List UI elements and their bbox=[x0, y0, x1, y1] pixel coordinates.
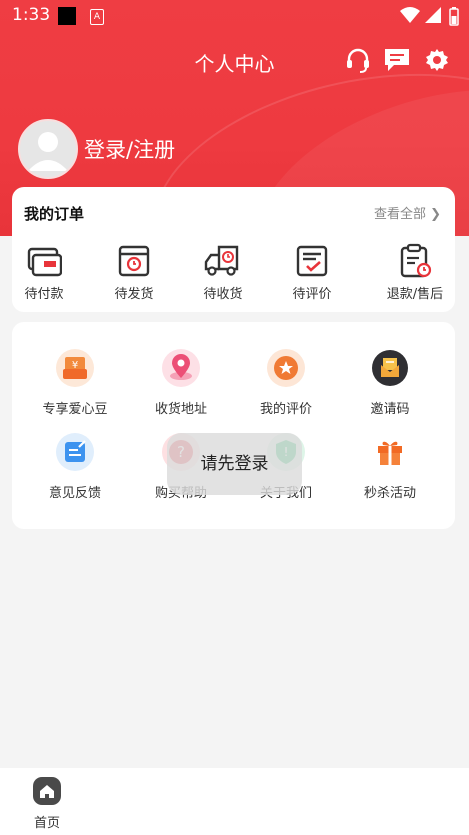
login-toast: 请先登录 bbox=[167, 433, 302, 495]
gear-icon[interactable] bbox=[425, 48, 449, 72]
order-pending-receipt[interactable]: 待收货 bbox=[188, 243, 258, 302]
order-refund-aftersale[interactable]: 退款/售后 bbox=[375, 243, 455, 302]
feedback-icon bbox=[55, 432, 95, 472]
orders-card: 我的订单 查看全部 ❯ 待付款 待发货 待收货 待评价 退款/售后 bbox=[12, 187, 455, 312]
service-address[interactable]: 收货地址 bbox=[126, 348, 236, 417]
review-icon bbox=[296, 245, 328, 277]
location-icon bbox=[161, 348, 201, 388]
service-flash-sale[interactable]: 秒杀活动 bbox=[335, 432, 445, 501]
battery-icon bbox=[449, 7, 459, 26]
notification-icon bbox=[58, 7, 76, 25]
login-register-link[interactable]: 登录/注册 bbox=[84, 134, 175, 164]
home-icon bbox=[33, 777, 61, 805]
service-invite-code[interactable]: 邀请码 bbox=[335, 348, 445, 417]
message-icon[interactable] bbox=[383, 46, 411, 74]
headset-icon[interactable] bbox=[344, 46, 372, 74]
signal-icon bbox=[425, 7, 441, 23]
tab-home[interactable]: 首页 bbox=[20, 776, 74, 831]
svg-text:¥: ¥ bbox=[72, 360, 78, 371]
chevron-right-icon: ❯ bbox=[430, 207, 441, 222]
view-all-orders-link[interactable]: 查看全部 ❯ bbox=[374, 203, 441, 222]
service-my-reviews[interactable]: 我的评价 bbox=[231, 348, 341, 417]
order-pending-payment[interactable]: 待付款 bbox=[9, 243, 79, 302]
default-avatar-icon bbox=[28, 132, 68, 171]
service-feedback[interactable]: 意见反馈 bbox=[20, 432, 130, 501]
refund-icon bbox=[400, 243, 432, 278]
wifi-icon bbox=[400, 7, 420, 23]
star-icon bbox=[266, 348, 306, 388]
orders-title: 我的订单 bbox=[24, 205, 85, 223]
coupon-icon: ¥ bbox=[55, 348, 95, 388]
services-card: ¥ 专享爱心豆 收货地址 我的评价 邀请码 意见反馈 ? 购买帮助 ! bbox=[12, 322, 455, 529]
a-icon: A bbox=[90, 9, 104, 25]
status-bar: 1:33 A bbox=[0, 0, 469, 32]
truck-icon bbox=[204, 245, 239, 276]
avatar[interactable] bbox=[18, 119, 78, 179]
status-time: 1:33 bbox=[12, 5, 51, 25]
bottom-tab-bar: 首页 bbox=[0, 768, 469, 835]
order-pending-review[interactable]: 待评价 bbox=[277, 243, 347, 302]
wallet-icon bbox=[27, 247, 62, 277]
gift-icon bbox=[370, 432, 410, 472]
mail-icon bbox=[370, 348, 410, 388]
order-pending-shipment[interactable]: 待发货 bbox=[99, 243, 169, 302]
box-clock-icon bbox=[118, 245, 150, 277]
service-love-beans[interactable]: ¥ 专享爱心豆 bbox=[20, 348, 130, 417]
